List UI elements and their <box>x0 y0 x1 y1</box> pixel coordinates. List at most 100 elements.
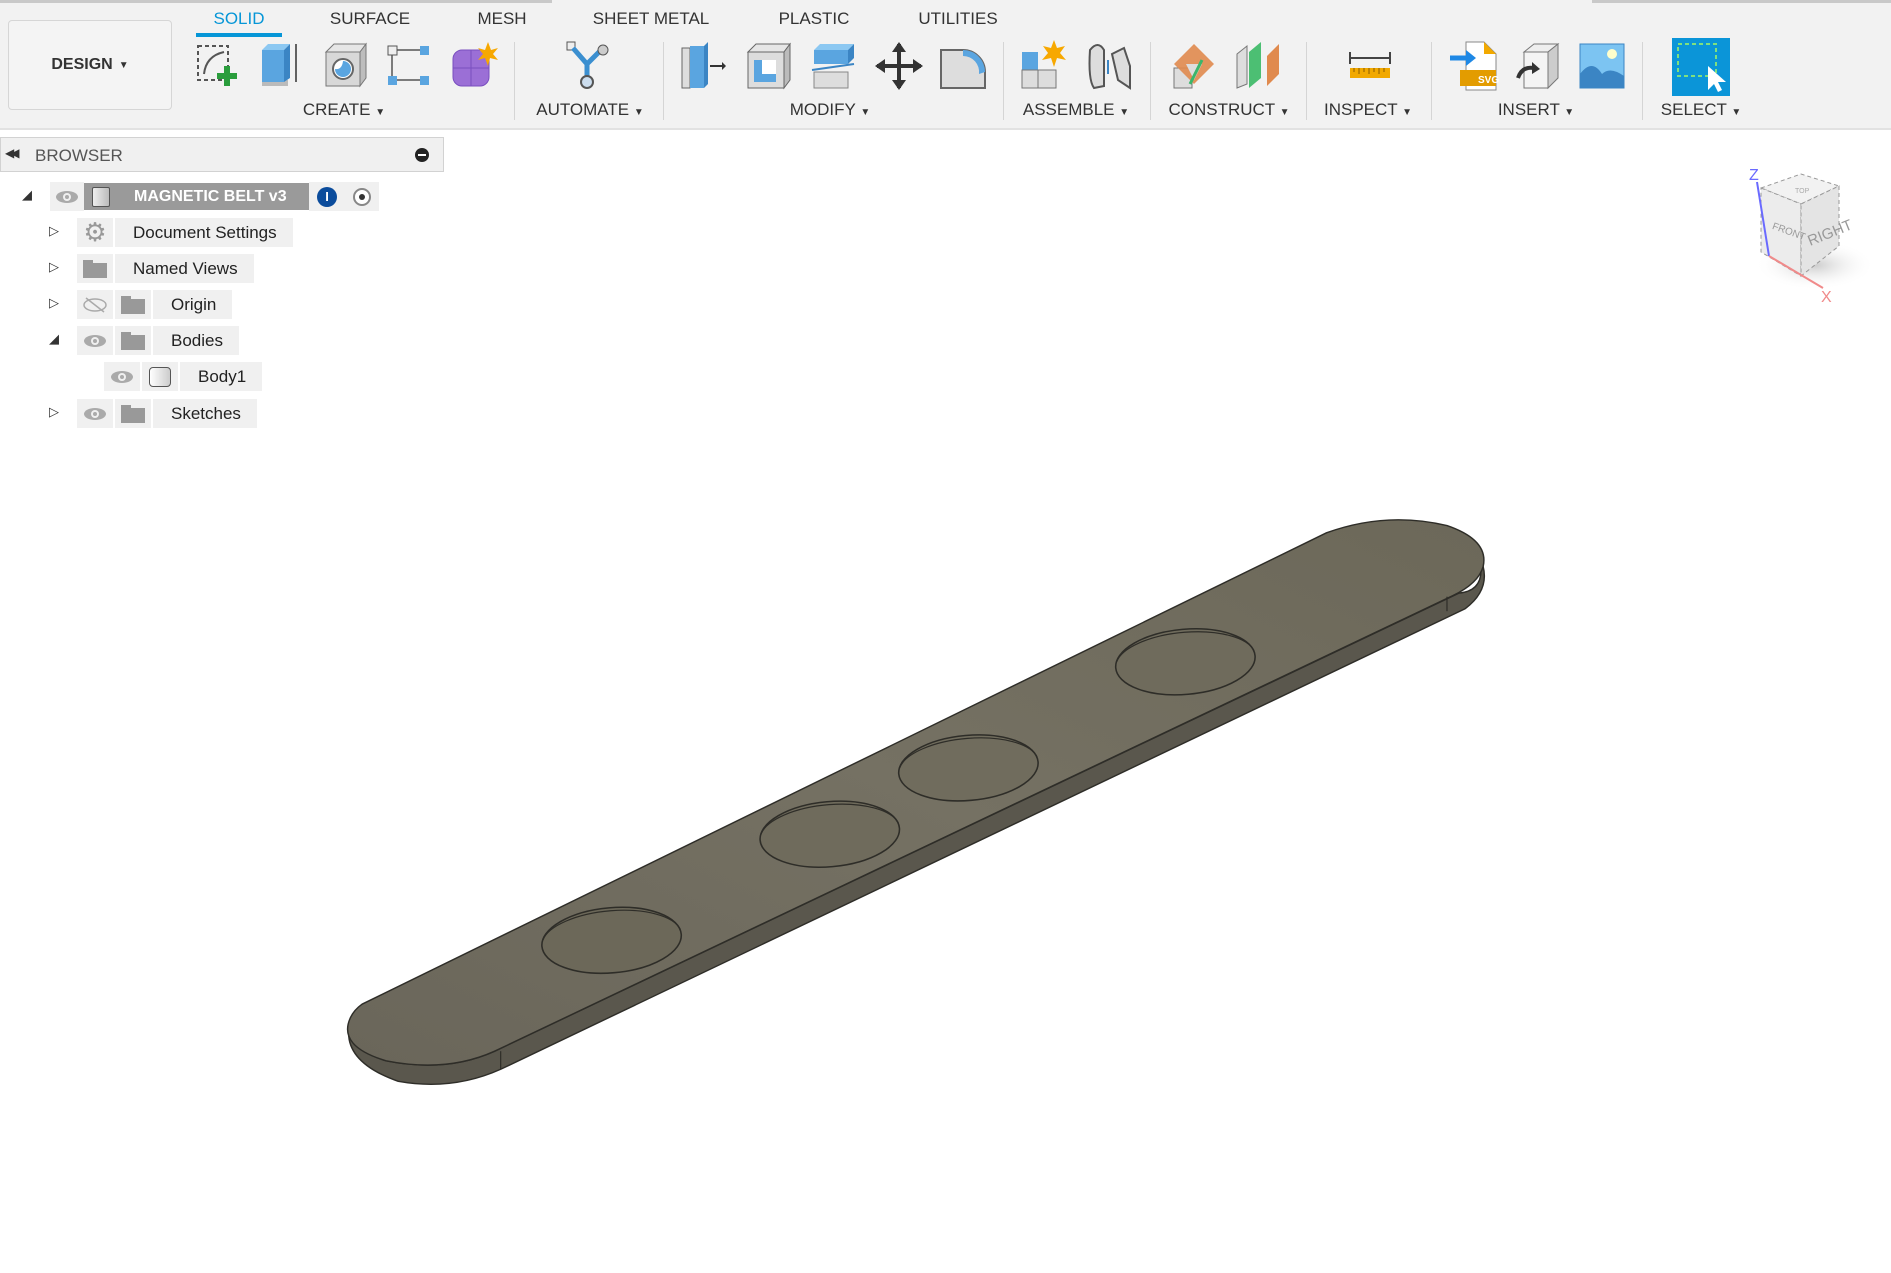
shell-icon[interactable] <box>744 40 796 92</box>
item-label: Sketches <box>171 403 241 423</box>
inspect-menu[interactable]: INSPECT ▼ <box>1324 100 1412 120</box>
insert-label: INSERT <box>1497 100 1560 119</box>
divider <box>1431 42 1432 120</box>
hidden-eye-icon[interactable] <box>77 290 113 319</box>
tab-sheet-metal[interactable]: SHEET METAL <box>593 9 710 29</box>
inspect-label: INSPECT <box>1323 100 1398 119</box>
create-form-icon[interactable] <box>448 40 500 92</box>
browser-item-named-views[interactable]: ▷ Named Views <box>49 254 256 283</box>
tab-mesh[interactable]: MESH <box>477 9 526 29</box>
tab-solid[interactable]: SOLID <box>213 9 264 29</box>
measure-icon[interactable] <box>1344 40 1396 92</box>
root-component[interactable]: MAGNETIC BELT v3 <box>84 183 309 210</box>
pattern-icon[interactable] <box>384 40 436 92</box>
collapsed-triangle-icon[interactable]: ▷ <box>49 259 59 275</box>
browser-item-body1[interactable]: Body1 <box>104 362 264 391</box>
workspace-label: DESIGN <box>51 56 113 73</box>
canvas-icon[interactable] <box>1576 40 1628 92</box>
press-pull-icon[interactable] <box>678 40 730 92</box>
activate-radio-icon[interactable] <box>353 187 371 206</box>
expanded-triangle-icon[interactable]: ◢ <box>22 187 32 203</box>
minimize-browser-icon[interactable] <box>415 148 429 162</box>
item-label: Body1 <box>198 366 247 386</box>
title-bar-edge <box>0 0 552 3</box>
tab-surface[interactable]: SURFACE <box>330 9 410 29</box>
collapsed-triangle-icon[interactable]: ▷ <box>49 295 59 311</box>
modify-label: MODIFY <box>789 100 856 119</box>
create-menu[interactable]: CREATE ▼ <box>303 100 385 120</box>
caret-down-icon: ▼ <box>118 59 129 71</box>
create-label: CREATE <box>302 100 371 119</box>
new-component-icon[interactable] <box>1018 40 1070 92</box>
insert-menu[interactable]: INSERT ▼ <box>1498 100 1574 120</box>
viewcube[interactable]: FRONT RIGHT TOP Z X <box>1735 160 1885 310</box>
belt-body[interactable] <box>346 519 1486 1085</box>
select-label: SELECT <box>1660 100 1727 119</box>
collapsed-triangle-icon[interactable]: ▷ <box>49 404 59 420</box>
collapsed-triangle-icon[interactable]: ▷ <box>49 223 59 239</box>
caret-down-icon: ▼ <box>375 107 386 118</box>
divider <box>1642 42 1643 120</box>
divider <box>1306 42 1307 120</box>
expanded-triangle-icon[interactable]: ◢ <box>49 331 59 347</box>
gear-icon: ⚙ <box>77 217 113 247</box>
visibility-eye-icon[interactable] <box>50 182 84 211</box>
fillet-icon[interactable] <box>937 40 989 92</box>
caret-down-icon: ▼ <box>633 107 644 118</box>
folder-icon <box>77 254 113 283</box>
visibility-eye-icon[interactable] <box>104 362 140 391</box>
caret-down-icon: ▼ <box>1402 107 1413 118</box>
active-tab-indicator <box>196 33 282 37</box>
browser-root-row[interactable]: ◢ MAGNETIC BELT v3 I <box>22 182 381 211</box>
collapse-browser-icon[interactable]: ◀◀ <box>5 146 20 160</box>
root-label: MAGNETIC BELT v3 <box>134 187 287 205</box>
create-sketch-icon[interactable] <box>192 40 244 92</box>
joint-icon[interactable] <box>1084 40 1136 92</box>
browser-item-origin[interactable]: ▷ Origin <box>49 290 234 319</box>
move-copy-icon[interactable] <box>873 40 925 92</box>
caret-down-icon: ▼ <box>860 107 871 118</box>
insert-svg-icon[interactable]: SVG <box>1448 40 1500 92</box>
divider <box>1003 42 1004 120</box>
visibility-eye-icon[interactable] <box>77 326 113 355</box>
insert-mesh-icon[interactable] <box>1512 40 1564 92</box>
x-axis-label: X <box>1821 289 1832 306</box>
tab-utilities[interactable]: UTILITIES <box>918 9 997 29</box>
folder-icon <box>115 326 151 355</box>
construct-menu[interactable]: CONSTRUCT ▼ <box>1168 100 1289 120</box>
revolve-icon[interactable] <box>320 40 372 92</box>
item-label: Named Views <box>133 258 238 278</box>
midplane-icon[interactable] <box>1233 40 1285 92</box>
select-menu[interactable]: SELECT ▼ <box>1661 100 1741 120</box>
extrude-icon[interactable] <box>256 40 308 92</box>
browser-item-bodies[interactable]: ◢ Bodies <box>49 326 241 355</box>
viewcube-top-label: TOP <box>1795 188 1810 195</box>
component-icon <box>92 186 110 207</box>
offset-plane-icon[interactable] <box>1168 40 1220 92</box>
activate-info-icon[interactable]: I <box>317 186 337 207</box>
automate-icon[interactable] <box>563 40 615 92</box>
caret-down-icon: ▼ <box>1731 107 1742 118</box>
tab-plastic[interactable]: PLASTIC <box>779 9 850 29</box>
automate-menu[interactable]: AUTOMATE ▼ <box>536 100 644 120</box>
assemble-menu[interactable]: ASSEMBLE ▼ <box>1023 100 1129 120</box>
assemble-label: ASSEMBLE <box>1022 100 1115 119</box>
toolbar: DESIGN ▼ SOLID SURFACE MESH SHEET METAL P… <box>0 0 1891 130</box>
divider <box>1150 42 1151 120</box>
title-bar-edge <box>1592 0 1891 3</box>
z-axis-label: Z <box>1749 167 1759 184</box>
svg-text:SVG: SVG <box>1478 75 1499 86</box>
item-label: Bodies <box>171 330 223 350</box>
browser-item-document-settings[interactable]: ▷ ⚙ Document Settings <box>49 217 295 247</box>
folder-icon <box>115 399 151 428</box>
select-icon[interactable] <box>1672 38 1730 96</box>
divider <box>514 42 515 120</box>
workspace-design-dropdown[interactable]: DESIGN ▼ <box>8 20 172 110</box>
browser-item-sketches[interactable]: ▷ Sketches <box>49 399 259 428</box>
automate-label: AUTOMATE <box>536 100 630 119</box>
browser-header: ◀◀ BROWSER <box>0 137 444 172</box>
visibility-eye-icon[interactable] <box>77 399 113 428</box>
body-icon <box>142 362 178 391</box>
modify-menu[interactable]: MODIFY ▼ <box>790 100 870 120</box>
combine-icon[interactable] <box>808 40 860 92</box>
